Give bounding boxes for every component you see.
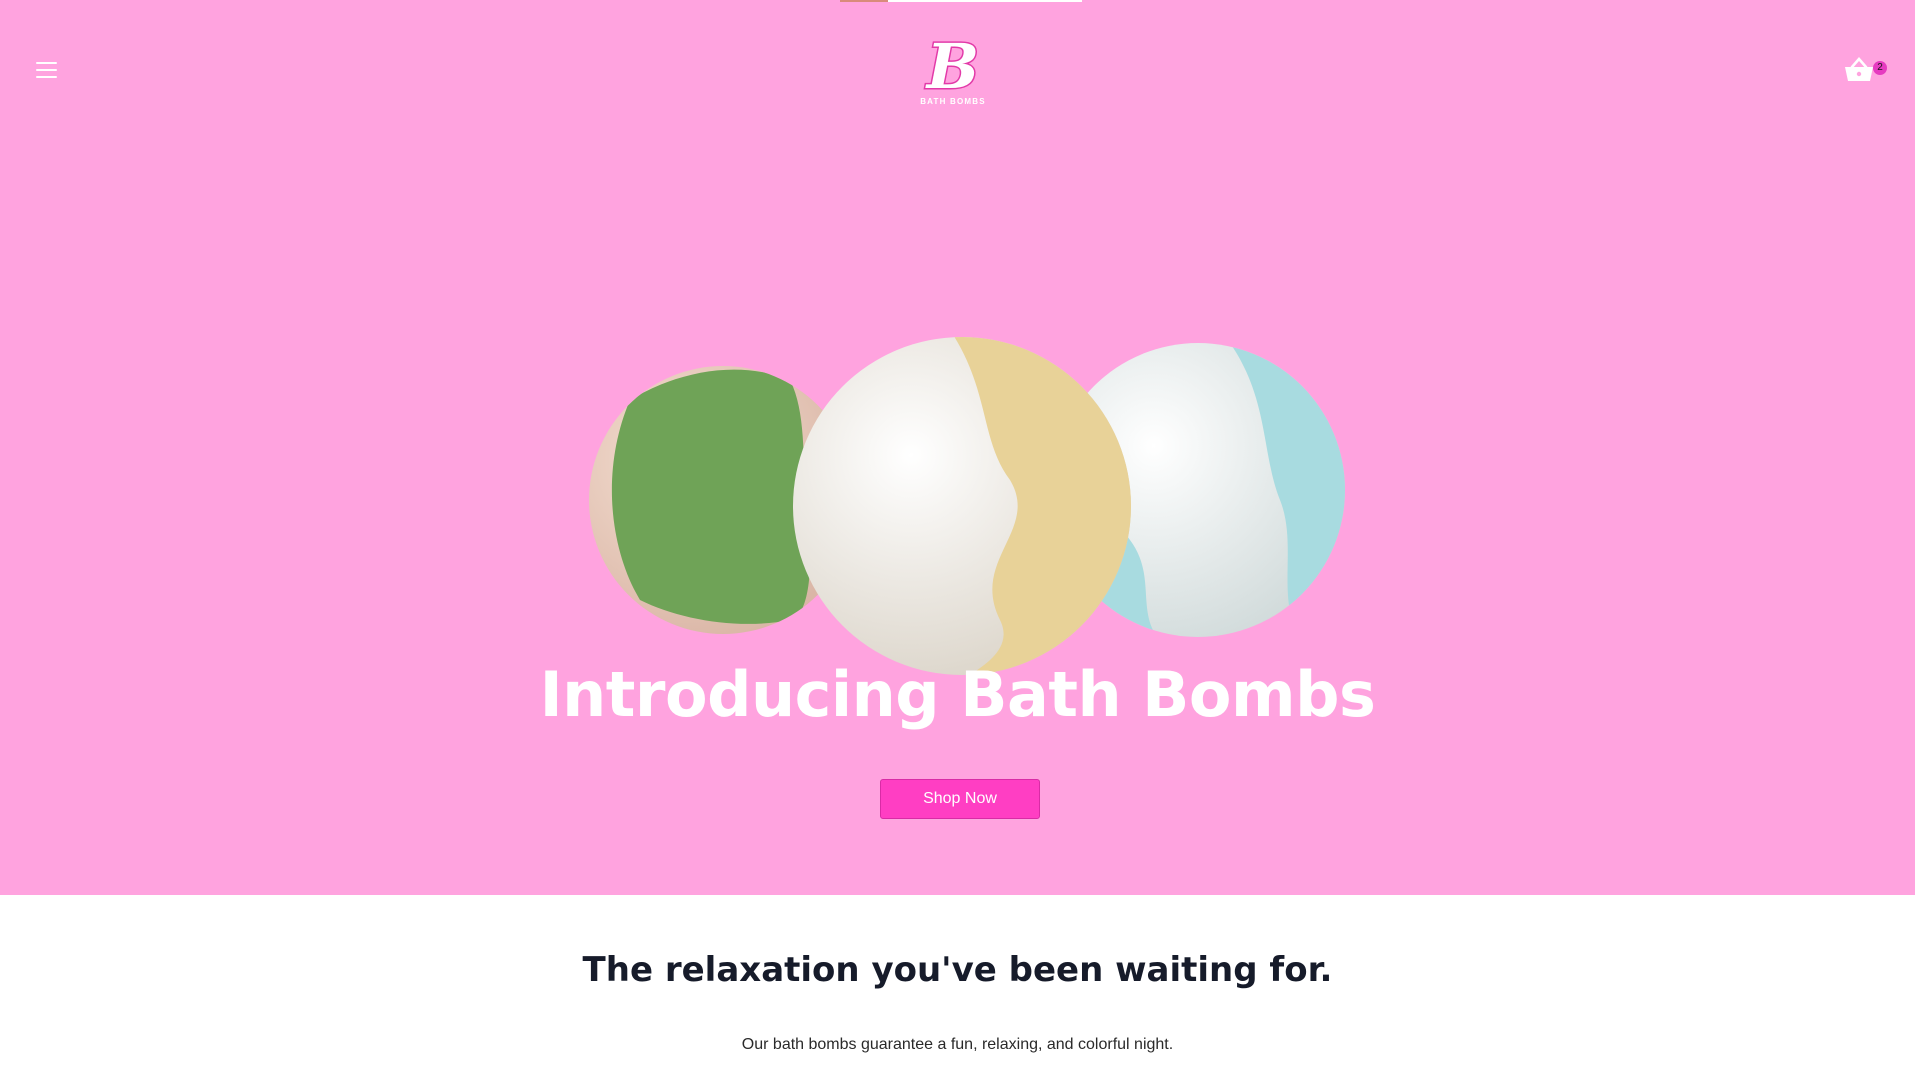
shop-now-button[interactable]: Shop Now xyxy=(880,779,1040,819)
hamburger-menu-icon[interactable] xyxy=(34,59,60,81)
section-description: Our bath bombs guarantee a fun, relaxing… xyxy=(741,1036,1174,1053)
brand-logo[interactable]: B BATH BOMBS xyxy=(912,29,994,110)
three-bath-bombs-image xyxy=(589,337,1345,675)
section-heading: The relaxation you've been waiting for. xyxy=(582,950,1333,990)
svg-text:B: B xyxy=(925,30,979,100)
cart-count-badge: 2 xyxy=(1873,61,1887,75)
cart-button[interactable]: 2 xyxy=(1843,54,1891,88)
logo-text: BATH BOMBS xyxy=(920,97,986,106)
hero-section: B BATH BOMBS 2 Introducing Bath Bombs Sh… xyxy=(0,0,1915,895)
top-progress-strip xyxy=(840,0,1082,2)
basket-icon xyxy=(1845,57,1873,81)
hero-title: Introducing Bath Bombs xyxy=(539,658,1376,731)
logo-b-mark: B xyxy=(923,29,980,105)
